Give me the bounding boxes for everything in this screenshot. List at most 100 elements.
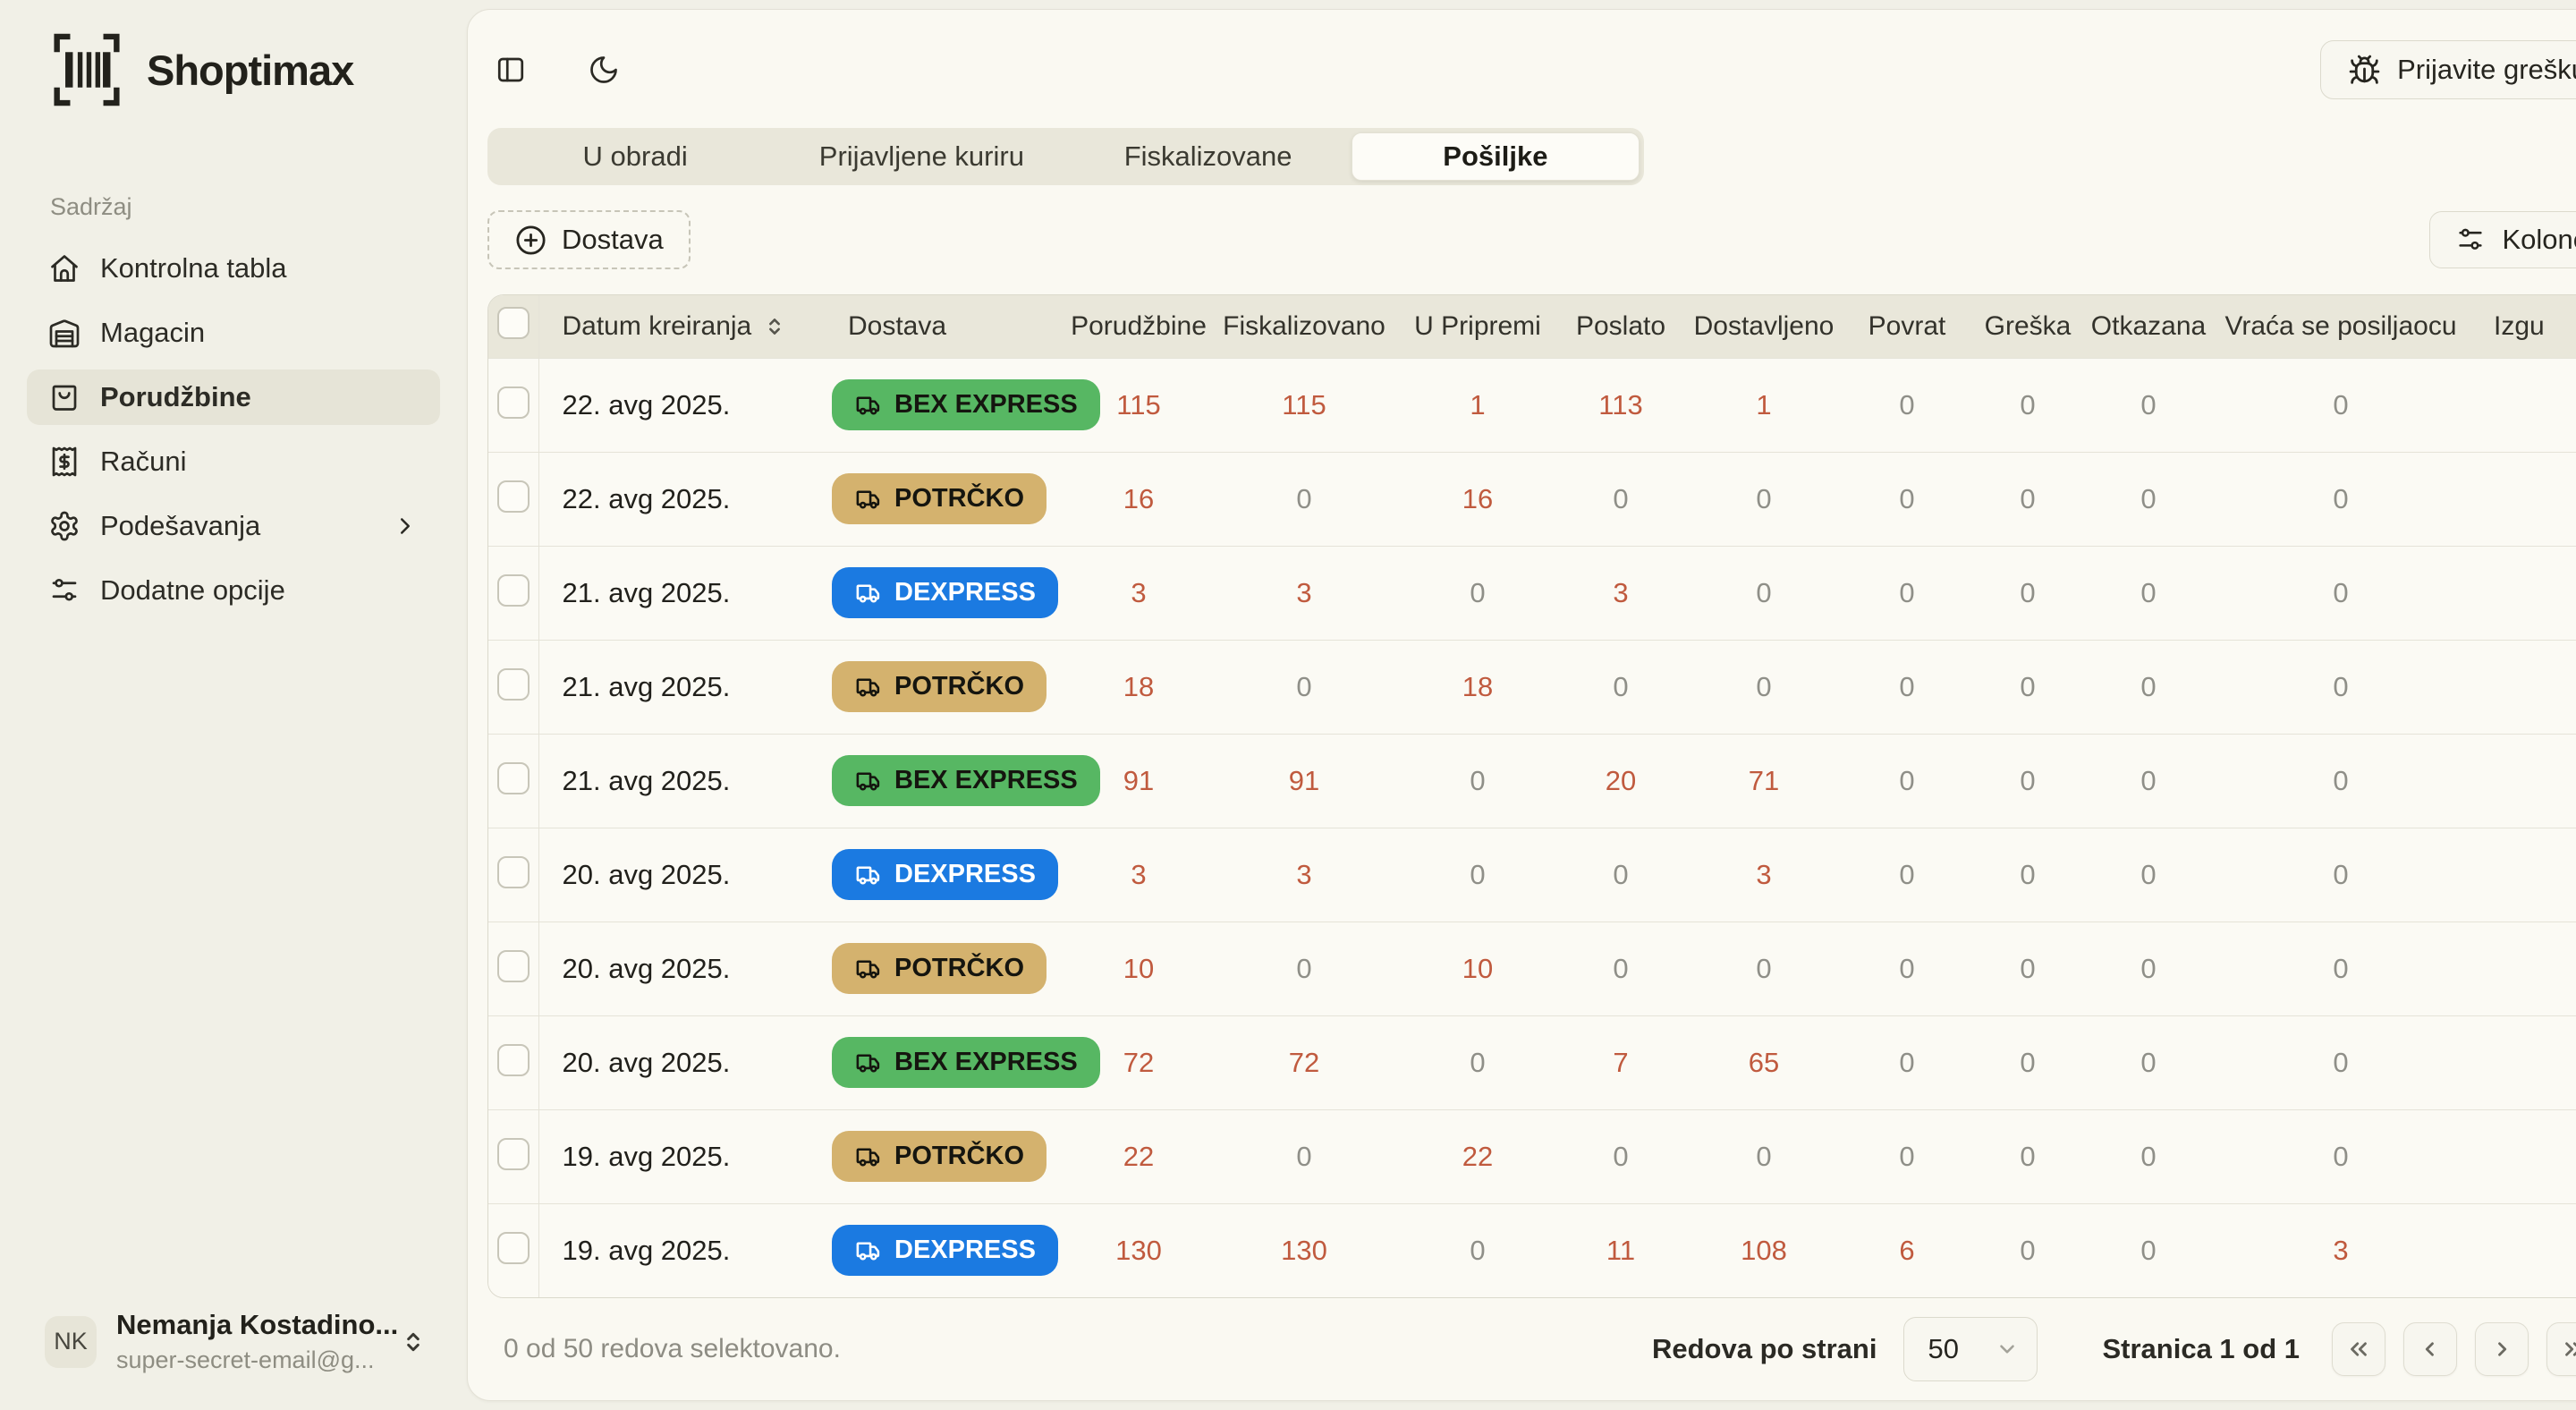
row-count: 0: [1558, 1109, 1683, 1203]
tab-posiljke[interactable]: Pošiljke: [1352, 132, 1640, 181]
sidebar-item-label: Podešavanja: [100, 510, 260, 542]
table-row: 19. avg 2025.DEXPRESS1301300111086003: [488, 1203, 2576, 1297]
columns-button[interactable]: Kolone: [2429, 211, 2576, 268]
row-date: 20. avg 2025.: [538, 1015, 825, 1109]
row-count: 0: [1844, 1109, 1970, 1203]
row-select-cell: [488, 546, 538, 640]
carrier-badge: DEXPRESS: [832, 567, 1058, 618]
sidebar-item-magacin[interactable]: Magacin: [27, 305, 440, 361]
dark-mode-button[interactable]: [580, 47, 627, 93]
report-bug-button[interactable]: Prijavite grešku: [2320, 40, 2576, 99]
tab-fiskalizovane[interactable]: Fiskalizovane: [1065, 132, 1352, 181]
select-all-checkbox[interactable]: [497, 307, 530, 339]
row-carrier-cell: BEX EXPRESS: [825, 358, 1066, 452]
user-name: Nemanja Kostadino...: [116, 1309, 398, 1341]
table-row: 22. avg 2025.BEX EXPRESS115115111310000: [488, 358, 2576, 452]
row-checkbox[interactable]: [497, 1044, 530, 1076]
truck-icon: [854, 579, 882, 607]
row-checkbox[interactable]: [497, 1138, 530, 1170]
row-count: 10: [1397, 922, 1558, 1015]
row-count: 0: [2086, 452, 2211, 546]
row-count: 0: [1558, 922, 1683, 1015]
sidebar-item-podesavanja[interactable]: Podešavanja: [27, 498, 440, 554]
carrier-badge: POTRČKO: [832, 1131, 1046, 1182]
column-label: Datum kreiranja: [563, 311, 752, 342]
row-count: 1: [1397, 358, 1558, 452]
row-count: 0: [1970, 1109, 2086, 1203]
row-carrier-cell: BEX EXPRESS: [825, 734, 1066, 828]
row-count: 3: [1066, 546, 1211, 640]
previous-page-button[interactable]: [2403, 1322, 2457, 1376]
sidebar-item-dodatne-opcije[interactable]: Dodatne opcije: [27, 563, 440, 618]
row-date: 22. avg 2025.: [538, 452, 825, 546]
column-header-otkazana: Otkazana: [2086, 295, 2211, 358]
pager: [2332, 1322, 2576, 1376]
carrier-name: BEX EXPRESS: [894, 766, 1078, 795]
column-header-dostava: Dostava: [825, 295, 1066, 358]
row-count: 0: [1397, 828, 1558, 922]
row-count: 16: [1397, 452, 1558, 546]
next-page-button[interactable]: [2475, 1322, 2529, 1376]
row-date: 20. avg 2025.: [538, 922, 825, 1015]
add-delivery-label: Dostava: [562, 224, 664, 256]
carrier-name: BEX EXPRESS: [894, 1048, 1078, 1077]
row-checkbox[interactable]: [497, 668, 530, 701]
sidebar-item-porudzbine[interactable]: Porudžbine: [27, 369, 440, 425]
user-menu[interactable]: NK Nemanja Kostadino... super-secret-ema…: [0, 1309, 467, 1374]
sidebar-item-kontrolna-tabla[interactable]: Kontrolna tabla: [27, 241, 440, 296]
sidebar-toggle-button[interactable]: [487, 47, 534, 93]
last-page-button[interactable]: [2546, 1322, 2576, 1376]
row-checkbox[interactable]: [497, 1232, 530, 1264]
tab-u-obradi[interactable]: U obradi: [492, 132, 778, 181]
first-page-button[interactable]: [2332, 1322, 2385, 1376]
carrier-name: DEXPRESS: [894, 578, 1036, 607]
row-count: 18: [1397, 640, 1558, 734]
user-email: super-secret-email@g...: [116, 1346, 398, 1374]
row-checkbox[interactable]: [497, 950, 530, 982]
sidebar: Shoptimax Sadržaj Kontrolna tabla Magaci…: [0, 0, 467, 1410]
carrier-name: POTRČKO: [894, 672, 1024, 701]
rows-per-page-value: 50: [1928, 1333, 1958, 1365]
row-carrier-cell: BEX EXPRESS: [825, 1015, 1066, 1109]
table-row: 20. avg 2025.POTRČKO10010000000: [488, 922, 2576, 1015]
row-count: 0: [1970, 452, 2086, 546]
tabs-row: U obradi Prijavljene kuriru Fiskalizovan…: [487, 128, 2576, 185]
main-panel: Prijavite grešku U obradi Prijavljene ku…: [467, 9, 2576, 1401]
sort-control[interactable]: Datum kreiranja: [563, 311, 788, 342]
row-date: 21. avg 2025.: [538, 546, 825, 640]
row-clipped-cell: [2470, 828, 2576, 922]
rows-per-page-select[interactable]: 50: [1903, 1317, 2038, 1381]
row-count: 113: [1558, 358, 1683, 452]
tab-list: U obradi Prijavljene kuriru Fiskalizovan…: [487, 128, 1644, 185]
row-count: 0: [2086, 734, 2211, 828]
row-count: 0: [2211, 828, 2470, 922]
sidebar-item-label: Računi: [100, 446, 187, 478]
row-checkbox[interactable]: [497, 386, 530, 419]
carrier-badge: POTRČKO: [832, 661, 1046, 712]
row-count: 0: [1683, 452, 1844, 546]
column-header-greska: Greška: [1970, 295, 2086, 358]
row-count: 0: [1558, 452, 1683, 546]
add-delivery-button[interactable]: Dostava: [487, 210, 691, 269]
sliders-icon: [48, 574, 80, 607]
row-checkbox[interactable]: [497, 856, 530, 888]
row-count: 108: [1683, 1203, 1844, 1297]
column-header-u-pripremi: U Pripremi: [1397, 295, 1558, 358]
row-count: 3: [1211, 828, 1397, 922]
tab-prijavljene-kuriru[interactable]: Prijavljene kuriru: [778, 132, 1064, 181]
row-count: 0: [2086, 640, 2211, 734]
row-checkbox[interactable]: [497, 762, 530, 794]
row-count: 0: [1558, 640, 1683, 734]
truck-icon: [854, 485, 882, 513]
row-count: 3: [1066, 828, 1211, 922]
carrier-badge: POTRČKO: [832, 473, 1046, 524]
row-count: 1: [1683, 358, 1844, 452]
sidebar-item-racuni[interactable]: Računi: [27, 434, 440, 489]
row-date: 20. avg 2025.: [538, 828, 825, 922]
row-checkbox[interactable]: [497, 574, 530, 607]
table-footer: 0 od 50 redova selektovano. Redova po st…: [487, 1298, 2576, 1400]
carrier-badge: BEX EXPRESS: [832, 755, 1100, 806]
row-checkbox[interactable]: [497, 480, 530, 513]
carrier-badge: POTRČKO: [832, 943, 1046, 994]
row-count: 0: [1211, 1109, 1397, 1203]
